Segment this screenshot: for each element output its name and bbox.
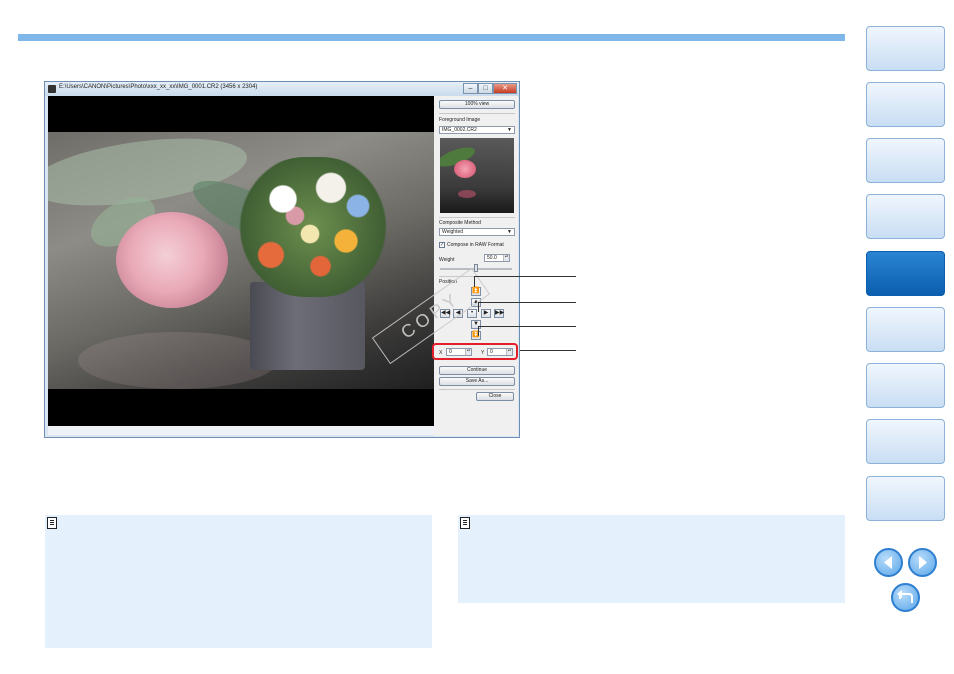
callout-line <box>478 326 479 336</box>
raw-format-checkbox[interactable]: ✓ Compose in RAW Format <box>439 242 504 248</box>
y-position-input[interactable]: 0 ▴▾ <box>487 348 513 356</box>
memo-icon <box>47 517 57 529</box>
window-title: E:\Users\CANON\Pictures\Photo\xxx_xx_xx\… <box>59 84 258 90</box>
checkmark-icon[interactable]: ✓ <box>439 242 445 248</box>
composite-method-label: Composite Method <box>439 220 481 226</box>
callout-line <box>474 276 475 287</box>
sidebar-tab[interactable] <box>866 194 945 239</box>
composite-tool-window: E:\Users\CANON\Pictures\Photo\xxx_xx_xx\… <box>44 81 520 438</box>
sidebar-tab[interactable] <box>866 26 945 71</box>
callout-line <box>478 302 576 303</box>
memo-box-right <box>458 515 845 603</box>
spin-arrows-icon[interactable]: ▴▾ <box>503 255 509 261</box>
weight-input[interactable]: 50.0 ▴▾ <box>484 254 510 262</box>
foreground-image-label: Foreground Image <box>439 117 481 123</box>
return-page-button[interactable] <box>891 583 920 612</box>
thumb-reflection <box>458 190 476 198</box>
memo-icon <box>460 517 470 529</box>
composite-preview-photo <box>48 132 434 389</box>
save-as-button[interactable]: Save As... <box>439 377 515 386</box>
continue-button[interactable]: Continue <box>439 366 515 375</box>
close-window-button[interactable]: ✕ <box>493 83 517 94</box>
center-position-button[interactable]: • <box>467 309 477 318</box>
close-button[interactable]: Close <box>476 392 514 401</box>
next-page-button[interactable] <box>908 548 937 577</box>
spin-arrows-icon[interactable]: ▴▾ <box>465 349 471 355</box>
window-titlebar[interactable]: E:\Users\CANON\Pictures\Photo\xxx_xx_xx\… <box>45 82 519 96</box>
y-label: Y <box>481 350 485 356</box>
arrow-right-icon <box>919 556 927 569</box>
x-label: X <box>439 350 443 356</box>
thumb-rose <box>454 160 476 178</box>
return-arrow-icon <box>897 590 913 603</box>
divider <box>439 389 515 390</box>
window-controls: – □ ✕ <box>463 83 517 94</box>
move-down-button[interactable]: ▼ <box>471 320 481 329</box>
chevron-down-icon: ▼ <box>507 127 512 133</box>
view-100-button[interactable]: 100% view <box>439 100 515 109</box>
sidebar-tab[interactable] <box>866 138 945 183</box>
settings-panel: 100% view Foreground Image IMG_0002.CR2 … <box>432 96 518 436</box>
status-bar <box>48 426 434 435</box>
x-value: 0 <box>449 349 452 355</box>
photo-rose <box>116 212 228 308</box>
callout-line <box>474 276 576 277</box>
arrow-left-icon <box>884 556 892 569</box>
sidebar-tab[interactable] <box>866 82 945 127</box>
weight-label: Weight <box>439 257 455 263</box>
photo-reflection <box>78 332 278 389</box>
memo-box-left <box>45 515 432 648</box>
sidebar-tab[interactable] <box>866 476 945 521</box>
weight-value: 50.0 <box>487 255 497 261</box>
sidebar-tab[interactable] <box>866 363 945 408</box>
divider <box>439 217 515 218</box>
move-bottom-button[interactable]: ⏬ <box>471 331 481 340</box>
callout-line <box>520 350 576 351</box>
top-rule <box>18 34 845 41</box>
sidebar-tab-active[interactable] <box>866 251 945 296</box>
thumb-floor <box>440 188 514 213</box>
foreground-image-value: IMG_0002.CR2 <box>442 127 477 133</box>
maximize-button[interactable]: □ <box>478 83 493 94</box>
move-far-right-button[interactable]: ▶▶ <box>494 309 504 318</box>
y-value: 0 <box>490 349 493 355</box>
divider <box>439 113 515 114</box>
composite-method-value: Weighted <box>442 229 464 235</box>
previous-page-button[interactable] <box>874 548 903 577</box>
chevron-down-icon: ▼ <box>507 229 512 235</box>
callout-line <box>478 326 576 327</box>
x-position-input[interactable]: 0 ▴▾ <box>446 348 472 356</box>
foreground-image-select[interactable]: IMG_0002.CR2 ▼ <box>439 126 515 134</box>
spin-arrows-icon[interactable]: ▴▾ <box>506 349 512 355</box>
sidebar-tab[interactable] <box>866 307 945 352</box>
photo-bouquet <box>238 157 388 297</box>
app-icon <box>48 85 56 93</box>
sidebar-tab[interactable] <box>866 419 945 464</box>
move-right-button[interactable]: ▶ <box>481 309 491 318</box>
minimize-button[interactable]: – <box>463 83 478 94</box>
composite-method-select[interactable]: Weighted ▼ <box>439 228 515 236</box>
callout-line <box>478 302 479 312</box>
preview-image-area[interactable] <box>48 96 434 426</box>
foreground-thumbnail <box>440 138 514 213</box>
weight-slider-handle[interactable] <box>474 264 478 272</box>
raw-format-label: Compose in RAW Format <box>447 242 504 248</box>
